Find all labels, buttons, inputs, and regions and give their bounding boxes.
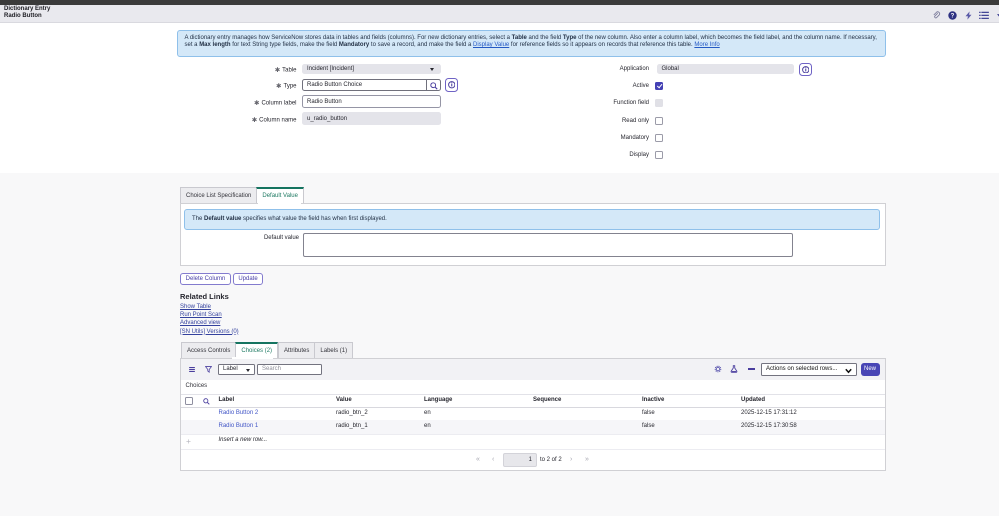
svg-text:?: ? [951,14,955,20]
